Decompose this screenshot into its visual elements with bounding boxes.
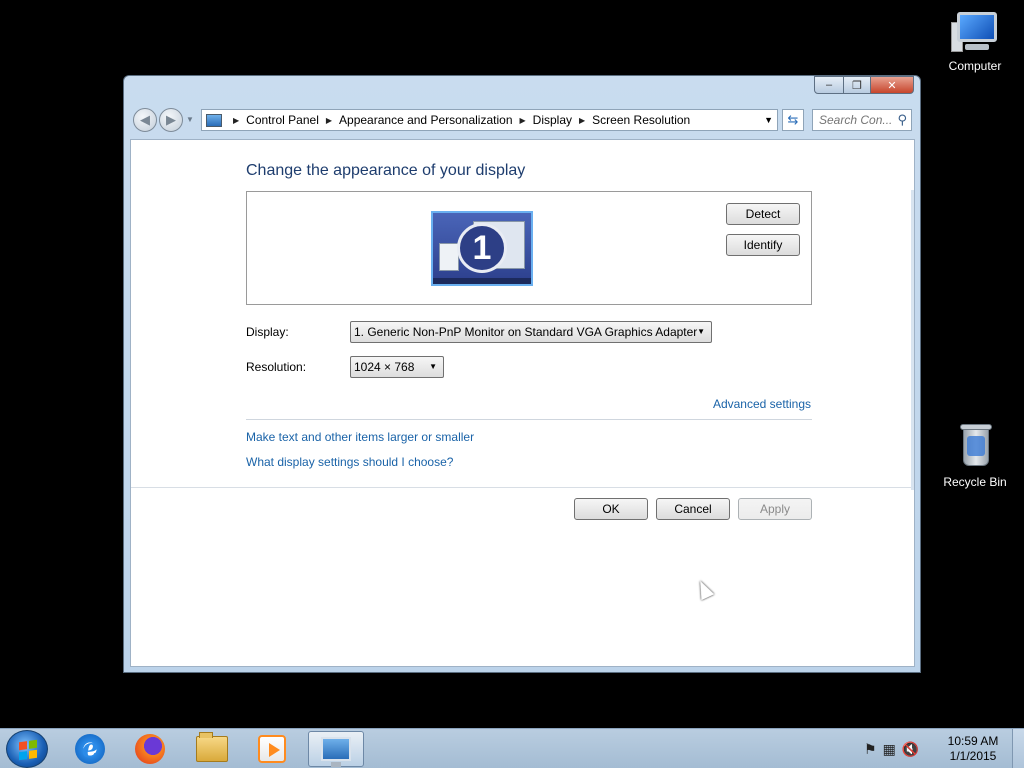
breadcrumb-arrow-icon[interactable]: ▶ — [579, 116, 585, 125]
volume-muted-icon[interactable]: 🔇 — [902, 741, 919, 758]
taskbar-windows-explorer[interactable] — [184, 731, 240, 767]
notification-area: ⚑ ▦ 🔇 — [864, 741, 919, 758]
refresh-button[interactable]: ⇆ — [782, 109, 804, 131]
desktop-icon-recycle-bin[interactable]: Recycle Bin — [940, 424, 1010, 489]
windows-logo-icon — [19, 739, 37, 761]
caption-buttons: – ❐ ✕ — [814, 76, 914, 94]
taskbar-media-player[interactable] — [244, 731, 300, 767]
resolution-dropdown[interactable]: 1024 × 768 ▼ — [350, 356, 444, 378]
monitor-1-thumbnail[interactable]: 1 — [431, 211, 533, 286]
forward-arrow-icon: ▶ — [166, 112, 176, 127]
page-title: Change the appearance of your display — [246, 162, 526, 179]
address-bar[interactable]: ▶ Control Panel ▶ Appearance and Persona… — [201, 109, 778, 131]
identify-button[interactable]: Identify — [726, 234, 800, 256]
navigation-bar: ◀ ▶ ▼ ▶ Control Panel ▶ Appearance and P… — [130, 106, 914, 134]
taskbar-firefox[interactable] — [122, 731, 178, 767]
chevron-down-icon: ▼ — [697, 327, 705, 336]
text-size-link[interactable]: Make text and other items larger or smal… — [246, 430, 474, 444]
breadcrumb-arrow-icon[interactable]: ▶ — [326, 116, 332, 125]
taskbar: ⚑ ▦ 🔇 10:59 AM 1/1/2015 — [0, 728, 1024, 768]
divider — [131, 487, 914, 488]
maximize-button[interactable]: ❐ — [843, 76, 871, 94]
divider — [246, 419, 812, 420]
back-arrow-icon: ◀ — [140, 112, 150, 127]
recent-pages-dropdown[interactable]: ▼ — [186, 115, 194, 124]
ok-button[interactable]: OK — [574, 498, 648, 520]
address-dropdown-icon[interactable]: ▼ — [764, 115, 773, 125]
network-icon[interactable]: ▦ — [883, 741, 896, 758]
taskbar-internet-explorer[interactable] — [62, 731, 118, 767]
detect-button[interactable]: Detect — [726, 203, 800, 225]
desktop-icon-label: Recycle Bin — [943, 475, 1007, 489]
forward-button[interactable]: ▶ — [159, 108, 183, 132]
start-button[interactable] — [6, 730, 48, 768]
media-player-icon — [258, 735, 286, 763]
resolution-dropdown-value: 1024 × 768 — [354, 360, 415, 374]
desktop-icon-label: Computer — [948, 59, 1002, 73]
display-settings-icon — [321, 737, 351, 767]
show-desktop-button[interactable] — [1012, 729, 1024, 768]
display-dropdown-value: 1. Generic Non-PnP Monitor on Standard V… — [354, 325, 698, 339]
clock-time: 10:59 AM — [947, 734, 999, 748]
content-pane: Change the appearance of your display 1 … — [130, 139, 915, 667]
control-panel-icon — [206, 113, 222, 127]
apply-button[interactable]: Apply — [738, 498, 812, 520]
minimize-button[interactable]: – — [814, 76, 844, 94]
breadcrumb-arrow-icon[interactable]: ▶ — [520, 116, 526, 125]
recycle-bin-icon — [951, 424, 999, 472]
display-dropdown[interactable]: 1. Generic Non-PnP Monitor on Standard V… — [350, 321, 712, 343]
scroll-edge — [911, 190, 914, 490]
firefox-icon — [135, 734, 165, 764]
advanced-settings-link[interactable]: Advanced settings — [713, 397, 811, 411]
action-center-flag-icon[interactable]: ⚑ — [864, 741, 877, 758]
chevron-down-icon: ▼ — [429, 362, 437, 371]
computer-icon — [951, 8, 999, 56]
search-box[interactable]: ⚲ — [812, 109, 912, 131]
display-settings-help-link[interactable]: What display settings should I choose? — [246, 455, 453, 469]
clock-date: 1/1/2015 — [949, 749, 997, 763]
clock[interactable]: 10:59 AM 1/1/2015 — [940, 734, 1006, 764]
monitor-arrangement-area: 1 Detect Identify — [246, 191, 812, 305]
back-button[interactable]: ◀ — [133, 108, 157, 132]
search-icon[interactable]: ⚲ — [897, 112, 907, 128]
resolution-label: Resolution: — [246, 360, 307, 374]
close-button[interactable]: ✕ — [870, 76, 914, 94]
cancel-button[interactable]: Cancel — [656, 498, 730, 520]
breadcrumb-screen-resolution[interactable]: Screen Resolution — [592, 113, 690, 127]
breadcrumb-control-panel[interactable]: Control Panel — [246, 113, 319, 127]
breadcrumb-arrow-icon[interactable]: ▶ — [233, 116, 239, 125]
screen-resolution-window: – ❐ ✕ ◀ ▶ ▼ ▶ Control Panel ▶ Appearance… — [123, 75, 921, 673]
breadcrumb-display[interactable]: Display — [533, 113, 572, 127]
refresh-icon: ⇆ — [787, 112, 799, 127]
internet-explorer-icon — [75, 734, 105, 764]
taskbar-display-control-panel[interactable] — [308, 731, 364, 767]
folder-icon — [196, 732, 228, 762]
monitor-number: 1 — [457, 223, 507, 273]
breadcrumb-appearance[interactable]: Appearance and Personalization — [339, 113, 512, 127]
display-label: Display: — [246, 325, 289, 339]
desktop-icon-computer[interactable]: Computer — [940, 8, 1010, 73]
search-input[interactable] — [819, 113, 895, 127]
